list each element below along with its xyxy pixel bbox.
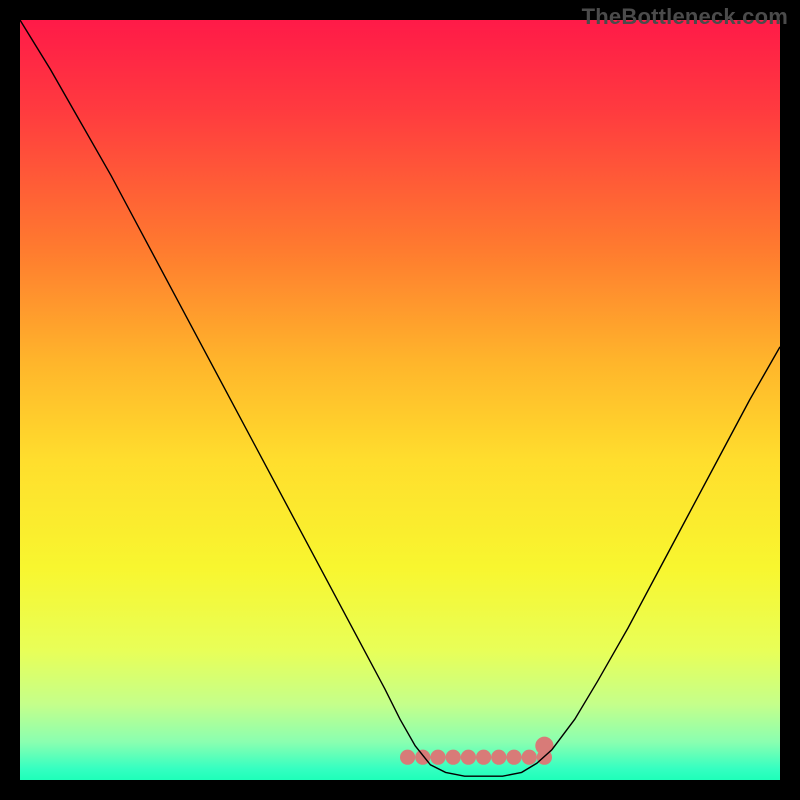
optimal-band-dot <box>430 750 445 765</box>
optimal-band-highlight <box>535 737 553 755</box>
chart-frame: TheBottleneck.com <box>0 0 800 800</box>
chart-background <box>20 20 780 780</box>
bottleneck-chart <box>20 20 780 780</box>
optimal-band-dot <box>400 750 415 765</box>
optimal-band-dot <box>506 750 521 765</box>
watermark-text: TheBottleneck.com <box>582 4 788 30</box>
optimal-band-dot <box>446 750 461 765</box>
optimal-band-dot <box>522 750 537 765</box>
optimal-band-dot <box>461 750 476 765</box>
optimal-band-dot <box>491 750 506 765</box>
optimal-band-dot <box>476 750 491 765</box>
